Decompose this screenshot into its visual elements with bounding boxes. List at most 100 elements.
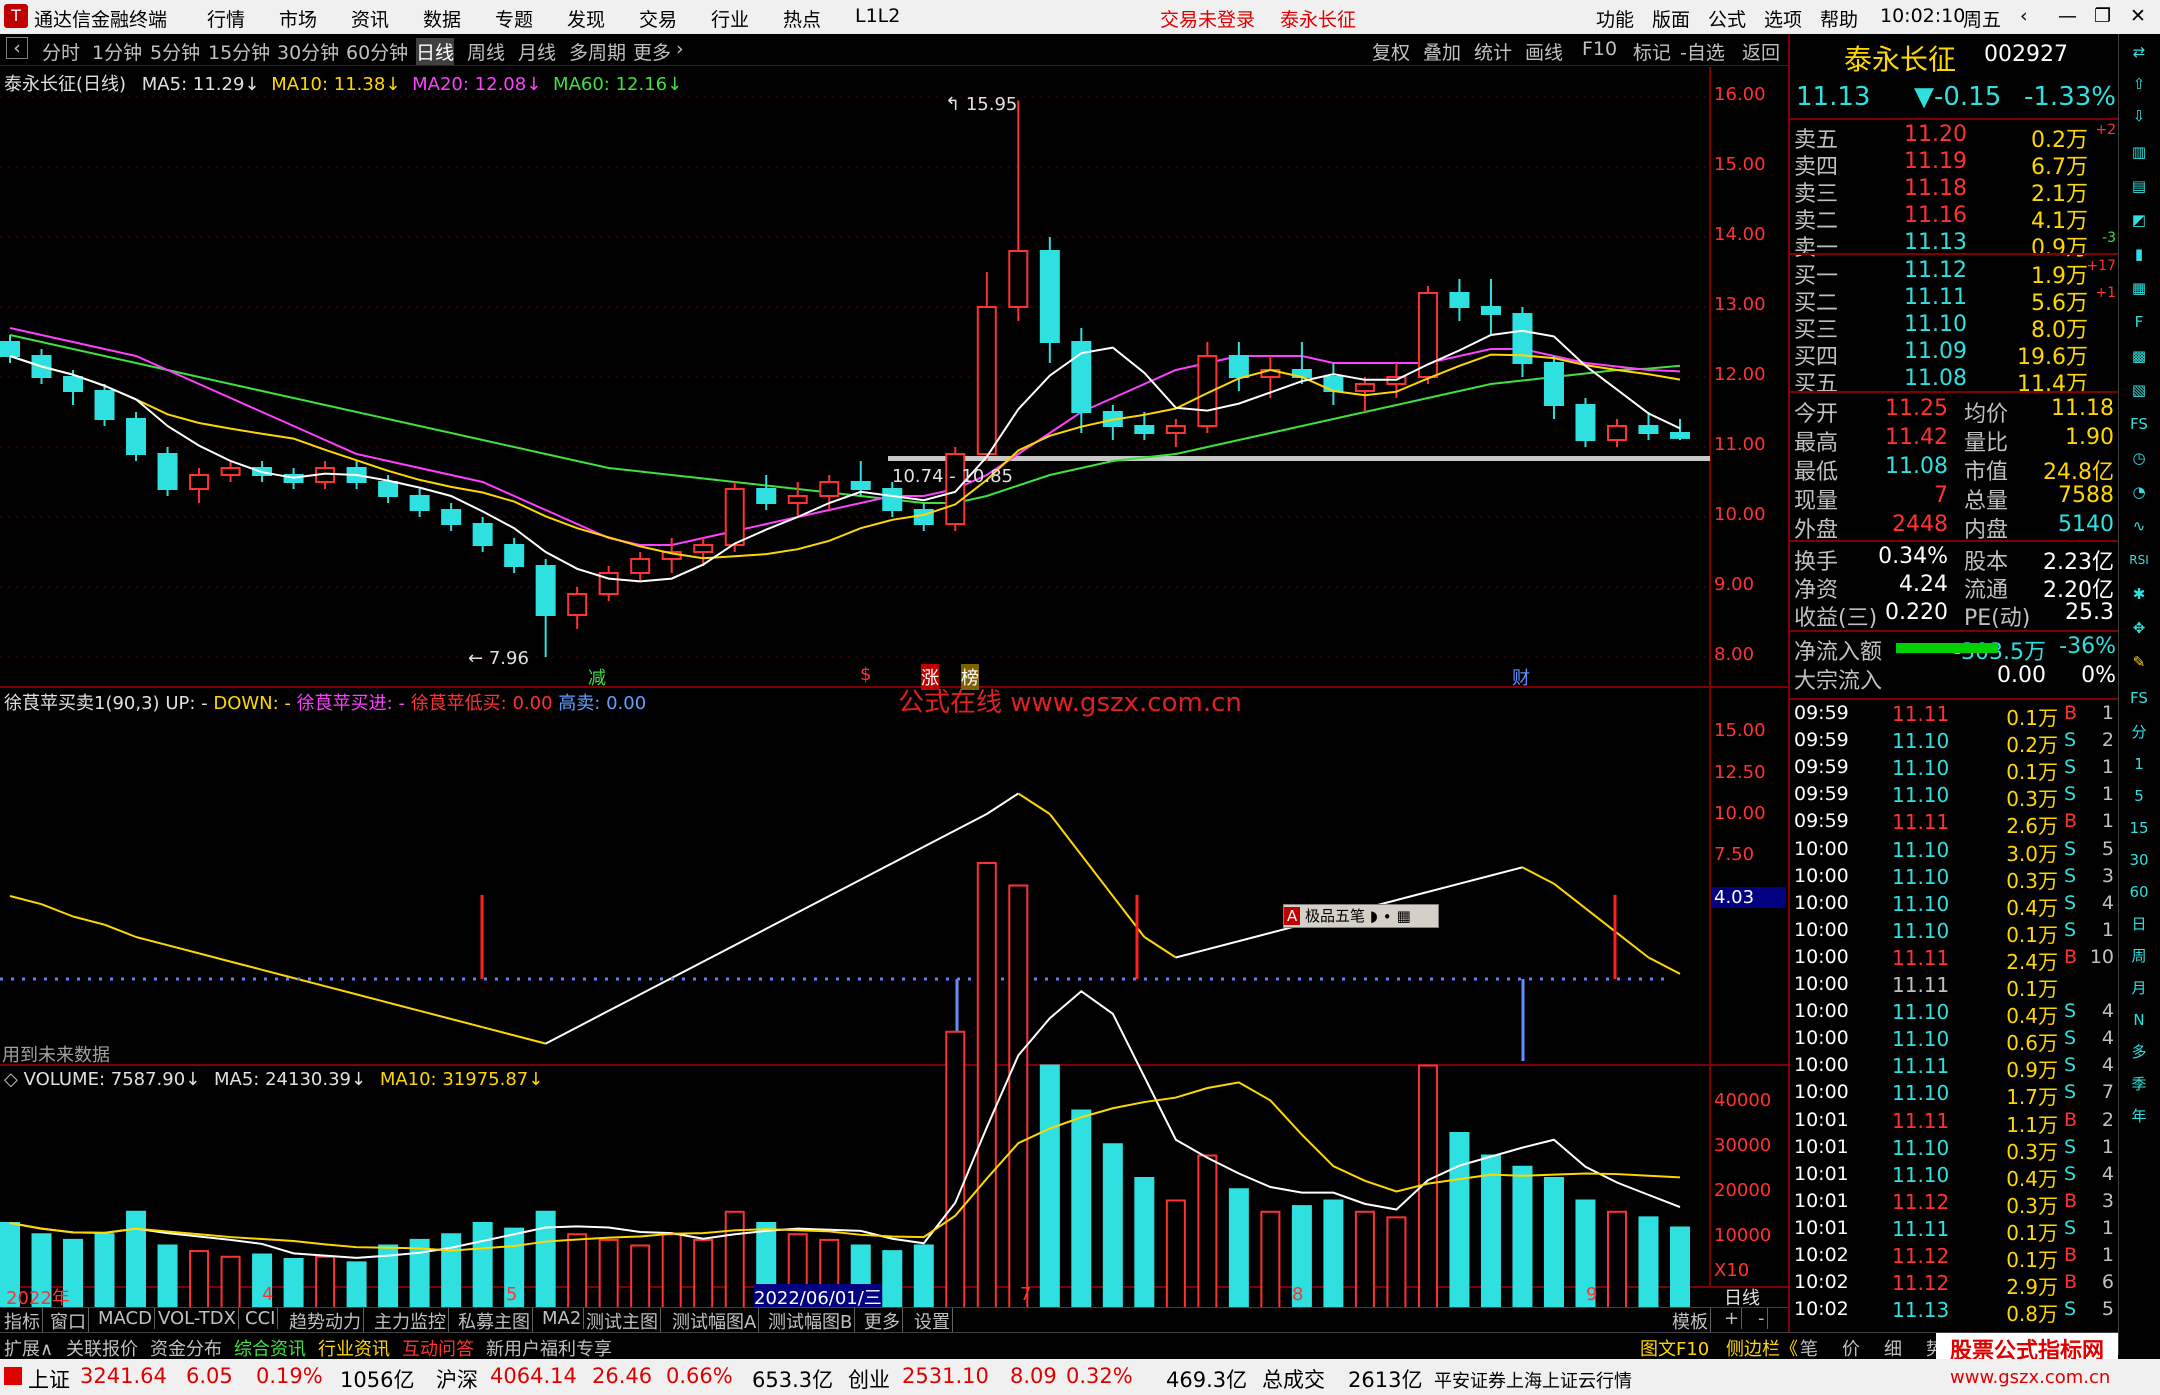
menu-item-5[interactable]: 发现	[567, 5, 605, 32]
menu-item-3[interactable]: 数据	[423, 5, 461, 32]
indicator-tab-4[interactable]: CCI	[243, 1308, 279, 1329]
stat-row[interactable]: 收益(三) 0.220 PE(动) 25.3	[1792, 600, 2118, 631]
gear-icon[interactable]: ✱	[2124, 580, 2154, 608]
sidebar-period-12[interactable]: 年	[2124, 1102, 2154, 1130]
period-tab-4[interactable]: 30分钟	[277, 38, 339, 65]
tool-0[interactable]: 复权	[1372, 38, 1410, 65]
tick-row[interactable]: 09:59 11.10 0.1万 S 1	[1792, 756, 2118, 784]
stat-row[interactable]: 今开 11.25 均价 11.18	[1792, 396, 2118, 427]
tool-7[interactable]: 返回	[1742, 38, 1780, 65]
tick-row[interactable]: 10:02 11.12 2.9万 B 6	[1792, 1271, 2118, 1299]
tick-row[interactable]: 10:00 11.10 0.3万 S 3	[1792, 865, 2118, 893]
fs2-icon[interactable]: FS	[2124, 684, 2154, 712]
up-arrow-icon[interactable]: ⇧	[2124, 70, 2154, 98]
tick-row[interactable]: 10:00 11.10 0.6万 S 4	[1792, 1027, 2118, 1055]
tool-5[interactable]: 标记	[1633, 38, 1671, 65]
restore-icon[interactable]: ❐	[2094, 5, 2111, 27]
period-tab-9[interactable]: 多周期	[569, 38, 626, 65]
sidebar-period-10[interactable]: 多	[2124, 1038, 2154, 1066]
stat-row[interactable]: 净资 4.24 流通 2.20亿	[1792, 572, 2118, 603]
ext-tab-1[interactable]: 关联报价	[66, 1335, 138, 1361]
period-tab-10[interactable]: 更多	[633, 38, 671, 65]
chart-icon[interactable]: ▥	[2124, 138, 2154, 166]
menu-right-0[interactable]: 功能	[1596, 5, 1634, 32]
menu-item-8[interactable]: 热点	[783, 5, 821, 32]
indicator-tab-13[interactable]: 设置	[912, 1308, 953, 1334]
tick-row[interactable]: 09:59 11.10 0.2万 S 2	[1792, 729, 2118, 757]
bid-row[interactable]: 买二 11.11 5.6万 +1	[1792, 285, 2118, 316]
sidebar-period-11[interactable]: 季	[2124, 1070, 2154, 1098]
tick-row[interactable]: 10:01 11.11 0.1万 S 1	[1792, 1217, 2118, 1245]
detail-tab-2[interactable]: 细	[1884, 1335, 1902, 1361]
stat-row[interactable]: 最低 11.08 市值 24.8亿	[1792, 454, 2118, 485]
ext-tab-4[interactable]: 行业资讯	[318, 1335, 390, 1361]
sidebar-period-5[interactable]: 60	[2124, 878, 2154, 906]
rsi-icon[interactable]: RSI	[2124, 546, 2154, 574]
ask-row[interactable]: 卖五 11.20 0.2万 +2	[1792, 122, 2118, 153]
stat-row[interactable]: 最高 11.42 量比 1.90	[1792, 425, 2118, 456]
grid-icon[interactable]: ▩	[2124, 342, 2154, 370]
bid-row[interactable]: 买一 11.12 1.9万 +17	[1792, 258, 2118, 289]
tick-row[interactable]: 10:01 11.12 0.3万 B 3	[1792, 1190, 2118, 1218]
trend-icon[interactable]: ◩	[2124, 206, 2154, 234]
detail-tab-0[interactable]: 笔	[1800, 1335, 1818, 1361]
tick-row[interactable]: 10:01 11.10 0.4万 S 4	[1792, 1163, 2118, 1191]
tick-row[interactable]: 09:59 11.11 2.6万 B 1	[1792, 810, 2118, 838]
list-icon[interactable]: ▤	[2124, 172, 2154, 200]
menu-item-6[interactable]: 交易	[639, 5, 677, 32]
wave-icon[interactable]: ∿	[2124, 512, 2154, 540]
period-tab-1[interactable]: 1分钟	[92, 38, 142, 65]
sidebar-period-1[interactable]: 1	[2124, 750, 2154, 778]
tick-row[interactable]: 10:00 11.10 0.4万 S 4	[1792, 1000, 2118, 1028]
sidebar-period-7[interactable]: 周	[2124, 942, 2154, 970]
sidebar-period-2[interactable]: 5	[2124, 782, 2154, 810]
indicator-tab-10[interactable]: 测试幅图A	[670, 1308, 760, 1334]
period-tab-0[interactable]: 分时	[42, 38, 80, 65]
tick-row[interactable]: 10:00 11.11 2.4万 B 10	[1792, 946, 2118, 974]
period-tab-6[interactable]: 日线	[416, 38, 455, 65]
event-marker-1[interactable]: $	[860, 664, 871, 685]
pen-icon[interactable]: ✎	[2124, 648, 2154, 676]
bid-row[interactable]: 买四 11.09 19.6万	[1792, 339, 2118, 370]
sidebar-period-9[interactable]: N	[2124, 1006, 2154, 1034]
tick-row[interactable]: 10:00 11.10 0.4万 S 4	[1792, 892, 2118, 920]
tick-row[interactable]: 10:02 11.12 0.1万 B 1	[1792, 1244, 2118, 1272]
tool-4[interactable]: F10	[1582, 38, 1617, 60]
ext-tab-5[interactable]: 互动问答	[402, 1335, 474, 1361]
tool-6[interactable]: -自选	[1680, 38, 1725, 65]
tick-row[interactable]: 10:00 11.11 0.9万 S 4	[1792, 1054, 2118, 1082]
tick-row[interactable]: 09:59 11.11 0.1万 B 1	[1792, 702, 2118, 730]
menu-item-4[interactable]: 专题	[495, 5, 533, 32]
sidebar-toggle-icon[interactable]: ⇄	[2124, 38, 2154, 66]
template-button[interactable]: 模板	[1670, 1308, 1711, 1334]
collapse-icon[interactable]: ‹	[6, 37, 28, 59]
move-icon[interactable]: ✥	[2124, 614, 2154, 642]
back-icon[interactable]: ‹	[2020, 5, 2028, 27]
period-tab-7[interactable]: 周线	[467, 38, 505, 65]
flow-row[interactable]: 大宗流入 0.00 0%	[1792, 663, 2118, 694]
tick-row[interactable]: 10:01 11.11 1.1万 B 2	[1792, 1109, 2118, 1137]
menu-item-7[interactable]: 行业	[711, 5, 749, 32]
period-tab-5[interactable]: 60分钟	[346, 38, 408, 65]
tick-row[interactable]: 10:01 11.10 0.3万 S 1	[1792, 1136, 2118, 1164]
fs-icon[interactable]: FS	[2124, 410, 2154, 438]
ime-toolbar[interactable]: A 极品五笔 ◗ ∙ ▦	[1283, 904, 1439, 928]
period-tab-8[interactable]: 月线	[518, 38, 556, 65]
bid-row[interactable]: 买三 11.10 8.0万	[1792, 312, 2118, 343]
indicator-tab-6[interactable]: 主力监控	[372, 1308, 449, 1334]
tick-row[interactable]: 10:00 11.11 0.1万	[1792, 973, 2118, 1001]
sidebar-tab[interactable]: 侧边栏《	[1726, 1335, 1798, 1361]
ext-tab-6[interactable]: 新用户福利专享	[486, 1335, 612, 1361]
close-icon[interactable]: ✕	[2130, 5, 2146, 27]
stat-row[interactable]: 现量 7 总量 7588	[1792, 483, 2118, 514]
ext-tab-3[interactable]: 综合资讯	[234, 1335, 306, 1361]
ask-row[interactable]: 卖三 11.18 2.1万	[1792, 176, 2118, 207]
menu-right-2[interactable]: 公式	[1708, 5, 1746, 32]
indicator-tab-7[interactable]: 私募主图	[456, 1308, 533, 1334]
login-status[interactable]: 交易未登录	[1160, 5, 1255, 32]
sidebar-period-6[interactable]: 日	[2124, 910, 2154, 938]
f10-tab[interactable]: 图文F10	[1640, 1335, 1709, 1361]
indicator-tab-11[interactable]: 测试幅图B	[766, 1308, 856, 1334]
remove-button[interactable]: -	[1756, 1308, 1768, 1329]
menu-item-9[interactable]: L1L2	[855, 5, 900, 27]
